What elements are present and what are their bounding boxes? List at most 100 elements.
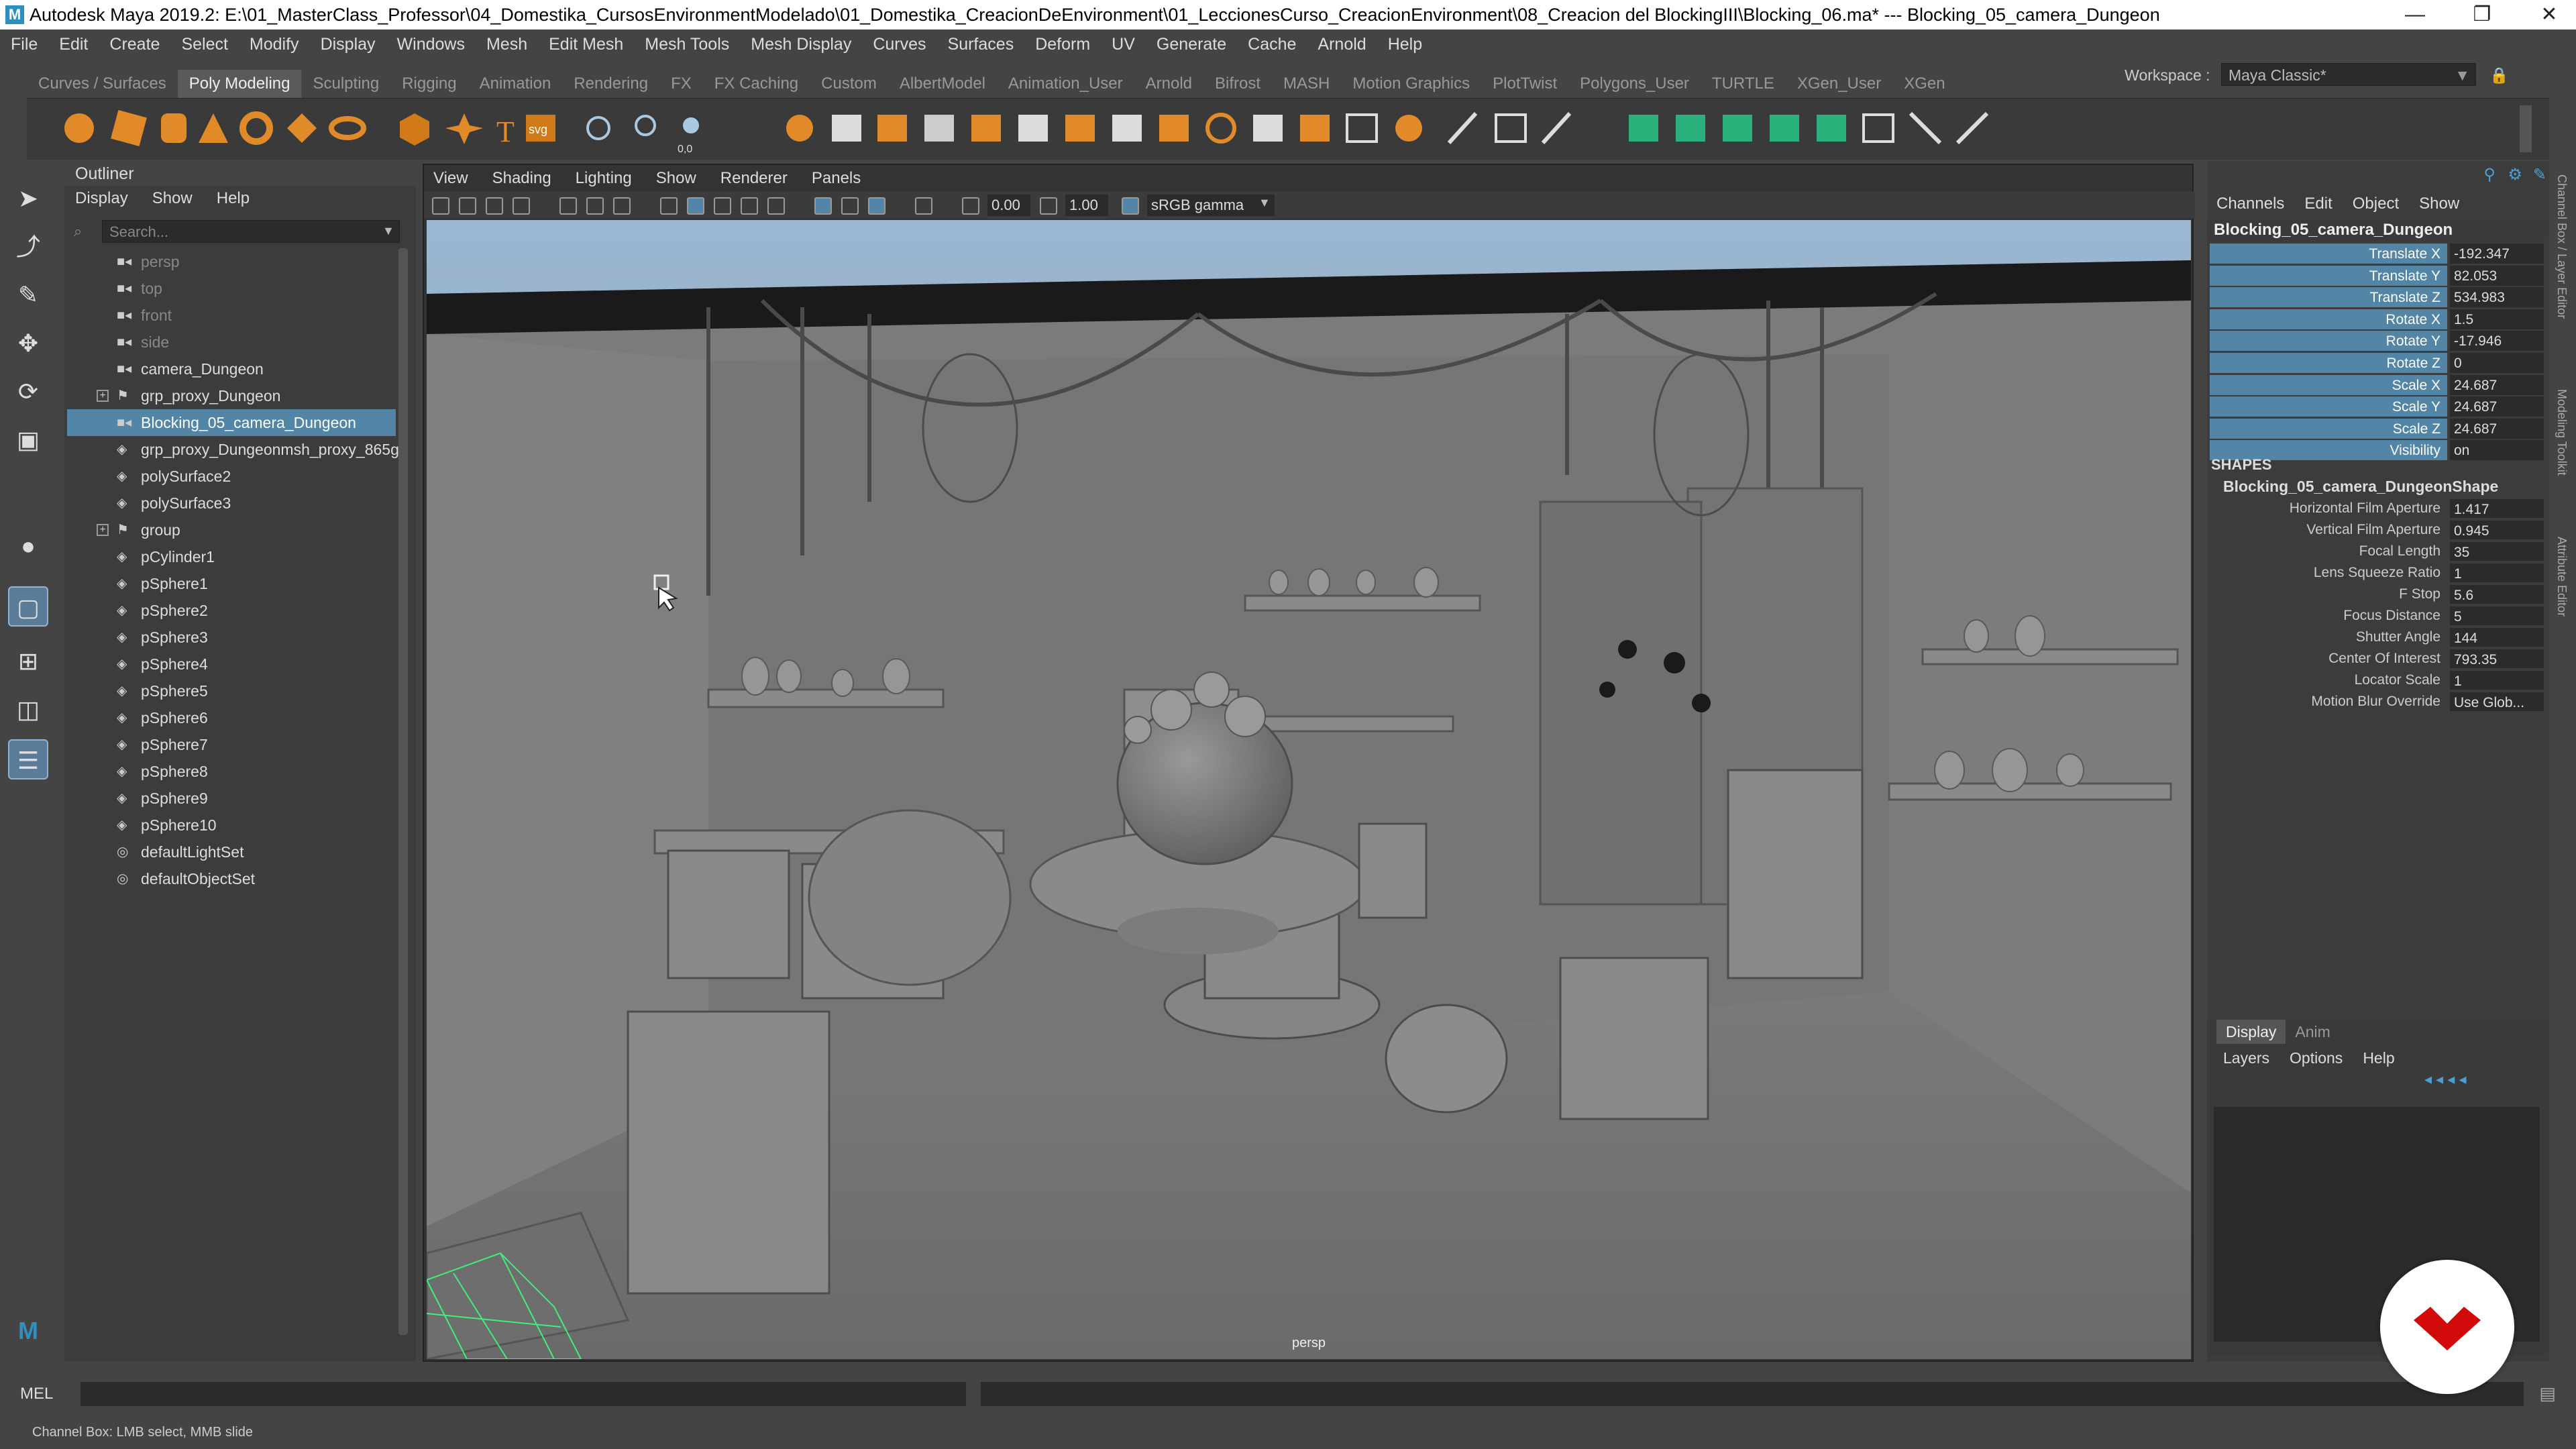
channel-label[interactable]: Rotate Z <box>2210 353 2447 373</box>
outliner-item[interactable]: ■◂ top <box>67 275 396 302</box>
resolution-gate-icon[interactable] <box>613 197 631 215</box>
shelf-tab-rendering[interactable]: Rendering <box>562 70 659 98</box>
xray-icon[interactable] <box>814 197 832 215</box>
shelf-tab-bifrost[interactable]: Bifrost <box>1203 70 1272 98</box>
side-tab-attribute-editor[interactable]: Attribute Editor <box>2555 537 2569 616</box>
shelf-tab-polygons-user[interactable]: Polygons_User <box>1568 70 1701 98</box>
bookmark-icon[interactable] <box>486 197 503 215</box>
menu-uv[interactable]: UV <box>1101 30 1146 59</box>
shelf-scroll-icon[interactable] <box>2520 105 2532 152</box>
shelf-tab-animation[interactable]: Animation <box>468 70 563 98</box>
outliner-item[interactable]: ■◂ side <box>67 329 396 356</box>
outliner-item[interactable]: ■◂ Blocking_05_camera_Dungeon <box>67 409 396 436</box>
outliner-item[interactable]: ◈ pSphere8 <box>67 758 396 785</box>
wireframe-icon[interactable] <box>660 197 678 215</box>
channel-value-field[interactable]: 0 <box>2450 353 2544 373</box>
menu-edit[interactable]: Edit <box>48 30 99 59</box>
command-input[interactable] <box>80 1382 966 1406</box>
channel-row[interactable]: Rotate Z0 <box>2210 352 2545 374</box>
channel-value-field[interactable]: on <box>2450 440 2544 461</box>
channel-value-field[interactable]: -17.946 <box>2450 331 2544 352</box>
viewport-menu-lighting[interactable]: Lighting <box>576 169 632 187</box>
outliner-item[interactable]: ◈ pSphere1 <box>67 570 396 597</box>
viewport-menu-view[interactable]: View <box>433 169 468 187</box>
restore-button[interactable]: ❐ <box>2455 0 2509 30</box>
menu-help[interactable]: Help <box>1377 30 1433 59</box>
menu-arnold[interactable]: Arnold <box>1307 30 1377 59</box>
channel-label[interactable]: Translate Y <box>2210 265 2447 286</box>
layer-menu-options[interactable]: Options <box>2290 1049 2343 1067</box>
channel-value-field[interactable]: 1.5 <box>2450 309 2544 329</box>
channel-row[interactable]: Translate X -192.347 <box>2210 243 2545 264</box>
menu-display[interactable]: Display <box>310 30 386 59</box>
shape-attr-value-field[interactable]: 0.945 <box>2450 521 2544 539</box>
ao-icon[interactable] <box>841 197 859 215</box>
layer-tab-anim[interactable]: Anim <box>2286 1020 2339 1044</box>
channel-box-menu-edit[interactable]: Edit <box>2304 195 2332 213</box>
channel-box-menu-object[interactable]: Object <box>2353 195 2399 213</box>
layer-tab-display[interactable]: Display <box>2216 1020 2286 1044</box>
shelf-tab-xgen[interactable]: XGen <box>1892 70 1956 98</box>
shape-attr-value-field[interactable]: 1.417 <box>2450 499 2544 518</box>
film-gate-icon[interactable] <box>586 197 604 215</box>
menu-surfaces[interactable]: Surfaces <box>937 30 1025 59</box>
aa-icon[interactable] <box>868 197 885 215</box>
outliner-item[interactable]: ◈ pSphere10 <box>67 812 396 839</box>
shape-attr-value-field[interactable]: 793.35 <box>2450 649 2544 668</box>
shape-attr-row[interactable]: Shutter Angle 144 <box>2210 627 2545 648</box>
shelf-tab-albertmodel[interactable]: AlbertModel <box>888 70 997 98</box>
outliner-layout-icon[interactable]: ☰ <box>8 739 48 780</box>
outliner-scrollbar[interactable] <box>398 248 408 1335</box>
outliner-item[interactable]: ■◂ camera_Dungeon <box>67 356 396 382</box>
channel-row[interactable]: Translate Y 82.053 <box>2210 265 2545 286</box>
outliner-menu-display[interactable]: Display <box>75 189 128 207</box>
textured-icon[interactable] <box>714 197 731 215</box>
channel-row[interactable]: Scale Z 24.687 <box>2210 418 2545 439</box>
outliner-item[interactable]: ◈ pSphere4 <box>67 651 396 678</box>
shelf-tab-animation-user[interactable]: Animation_User <box>997 70 1134 98</box>
color-space-dropdown[interactable]: sRGB gamma <box>1147 195 1275 216</box>
minimize-button[interactable]: — <box>2388 0 2442 30</box>
outliner-search-input[interactable]: Search... <box>102 220 400 243</box>
menu-create[interactable]: Create <box>99 30 170 59</box>
channel-value-field[interactable]: 24.687 <box>2450 396 2544 417</box>
shape-attr-value-field[interactable]: 1 <box>2450 564 2544 582</box>
side-tab-modeling-toolkit[interactable]: Modeling Toolkit <box>2555 389 2569 476</box>
shape-attr-value-field[interactable]: 5.6 <box>2450 585 2544 604</box>
shelf-tab-xgen-user[interactable]: XGen_User <box>1786 70 1892 98</box>
channel-box-menu-channels[interactable]: Channels <box>2216 195 2284 213</box>
outliner-item[interactable]: ◈ polySurface3 <box>67 490 396 517</box>
rotate-tool-icon[interactable]: ⟳ <box>8 372 48 412</box>
shape-attr-row[interactable]: Motion Blur Override Use Glob... <box>2210 691 2545 712</box>
channel-label[interactable]: Scale X <box>2210 374 2447 395</box>
menu-mesh[interactable]: Mesh <box>476 30 538 59</box>
outliner-item[interactable]: ◈ pSphere9 <box>67 785 396 812</box>
shelf-tab-arnold[interactable]: Arnold <box>1134 70 1203 98</box>
close-button[interactable]: ✕ <box>2522 0 2576 30</box>
shape-attr-value-field[interactable]: Use Glob... <box>2450 692 2544 711</box>
outliner-menu-show[interactable]: Show <box>152 189 193 207</box>
exposure-value[interactable]: 0.00 <box>987 195 1030 216</box>
viewport-menu-panels[interactable]: Panels <box>812 169 861 187</box>
3d-viewport[interactable]: persp <box>427 220 2191 1359</box>
shelf-tab-custom[interactable]: Custom <box>810 70 888 98</box>
viewport-menu-renderer[interactable]: Renderer <box>720 169 788 187</box>
outliner-item[interactable]: ◈ polySurface2 <box>67 463 396 490</box>
channel-row[interactable]: Rotate Y -17.946 <box>2210 330 2545 352</box>
channel-value-field[interactable]: 24.687 <box>2450 418 2544 439</box>
shelf-tab-plottwist[interactable]: PlotTwist <box>1481 70 1568 98</box>
gamma-icon[interactable] <box>1040 197 1057 215</box>
shelf-tab-curves-surfaces[interactable]: Curves / Surfaces <box>27 70 178 98</box>
channel-label[interactable]: Translate X <box>2210 244 2447 264</box>
outliner-item[interactable]: ◎ defaultLightSet <box>67 839 396 865</box>
shape-attr-value-field[interactable]: 144 <box>2450 628 2544 647</box>
lights-icon[interactable] <box>741 197 758 215</box>
outliner-item[interactable]: ■◂ persp <box>67 248 396 275</box>
shape-attr-row[interactable]: F Stop 5.6 <box>2210 584 2545 605</box>
channel-label[interactable]: Translate Z <box>2210 287 2447 308</box>
grid-icon[interactable] <box>559 197 577 215</box>
channel-box-menu-show[interactable]: Show <box>2419 195 2459 213</box>
shelf-tab-poly-modeling[interactable]: Poly Modeling <box>177 70 302 98</box>
sphere-tool-icon[interactable]: ● <box>8 526 48 566</box>
channel-value-field[interactable]: 24.687 <box>2450 374 2544 395</box>
